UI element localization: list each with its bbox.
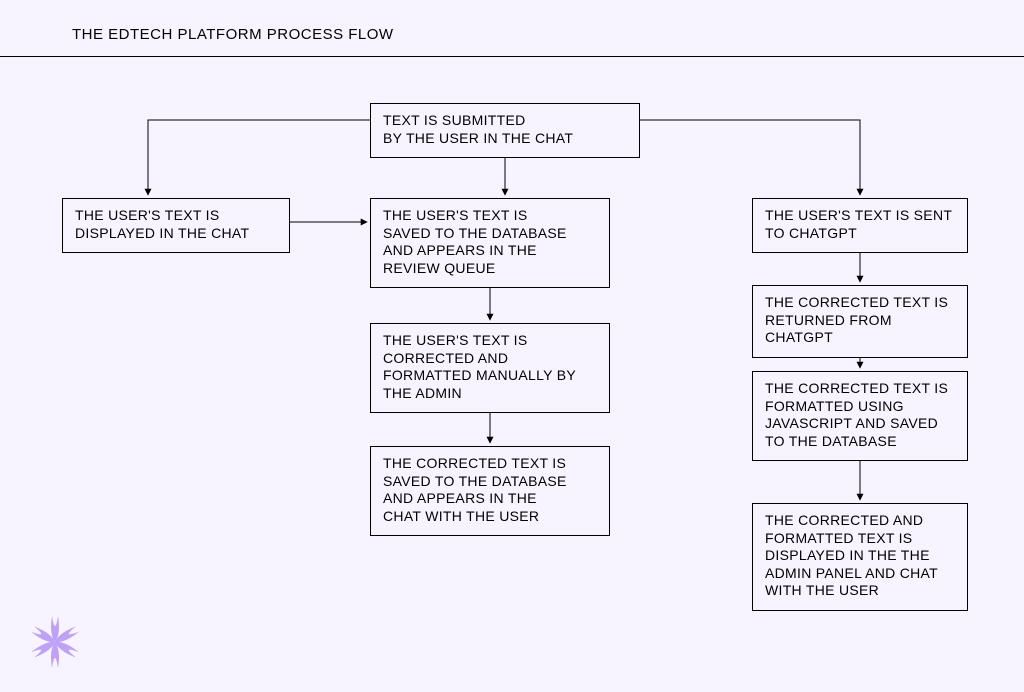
node-display: THE USER'S TEXT IS DISPLAYED IN THE CHAT — [62, 198, 290, 253]
page-title: THE EDTECH PLATFORM PROCESS FLOW — [72, 26, 394, 43]
node-sent: THE USER'S TEXT IS SENT TO CHATGPT — [752, 198, 968, 253]
node-manual: THE USER'S TEXT IS CORRECTED AND FORMATT… — [370, 323, 610, 413]
asterisk-icon — [28, 615, 82, 674]
node-saveq: THE USER'S TEXT IS SAVED TO THE DATABASE… — [370, 198, 610, 288]
node-submit: TEXT IS SUBMITTED BY THE USER IN THE CHA… — [370, 103, 640, 158]
header-divider — [0, 56, 1024, 57]
node-final: THE CORRECTED AND FORMATTED TEXT IS DISP… — [752, 503, 968, 611]
node-jsfmt: THE CORRECTED TEXT IS FORMATTED USING JA… — [752, 371, 968, 461]
node-msaved: THE CORRECTED TEXT IS SAVED TO THE DATAB… — [370, 446, 610, 536]
node-returned: THE CORRECTED TEXT IS RETURNED FROM CHAT… — [752, 285, 968, 358]
